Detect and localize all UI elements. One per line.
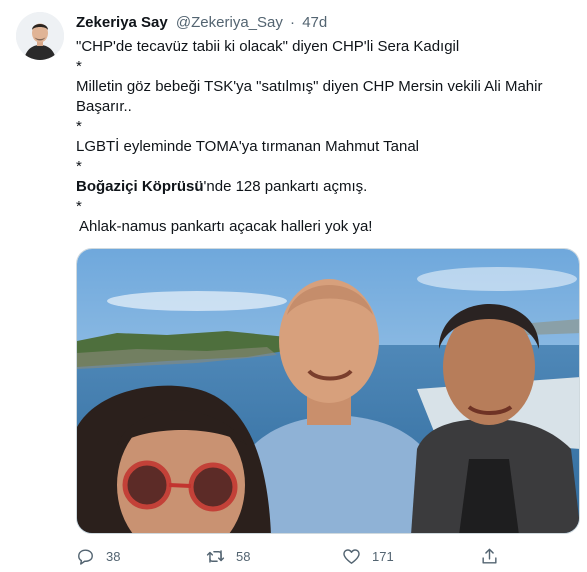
tweet-separator-star: * xyxy=(76,198,82,215)
share-button[interactable] xyxy=(480,544,499,568)
hashtag-bold-text: Boğaziçi Köprüsü xyxy=(76,178,204,195)
photo-image xyxy=(77,249,579,533)
tweet-line-3: LGBTİ eyleminde TOMA'ya tırmanan Mahmut … xyxy=(76,138,420,155)
tweet-photo[interactable] xyxy=(76,248,580,534)
tweet-timestamp[interactable]: 47d xyxy=(302,14,327,31)
like-count: 171 xyxy=(372,548,394,564)
tweet-line-2: Milletin göz bebeği TSK'ya "satılmış" di… xyxy=(76,78,543,115)
author-name[interactable]: Zekeriya Say xyxy=(76,14,168,31)
retweet-icon xyxy=(206,549,225,563)
share-icon xyxy=(482,548,497,564)
reply-icon xyxy=(78,548,93,565)
tweet-line-4-rest: 'nde 128 pankartı açmış. xyxy=(203,178,368,195)
tweet-header: Zekeriya Say @Zekeriya_Say · 47d xyxy=(76,13,327,33)
retweet-count: 58 xyxy=(236,548,251,564)
tweet-line-1: "CHP'de tecavüz tabii ki olacak" diyen C… xyxy=(76,38,460,55)
tweet[interactable]: Zekeriya Say @Zekeriya_Say · 47d "CHP'de… xyxy=(0,0,587,572)
reply-count: 38 xyxy=(106,548,121,564)
header-separator: · xyxy=(290,14,296,31)
avatar[interactable] xyxy=(16,12,64,60)
author-handle[interactable]: @Zekeriya_Say xyxy=(176,14,283,31)
like-button[interactable]: 171 xyxy=(342,544,394,568)
tweet-actions: 38 58 171 xyxy=(76,544,506,568)
reply-button[interactable]: 38 xyxy=(76,544,120,568)
heart-icon xyxy=(343,548,360,564)
tweet-separator-star: * xyxy=(76,118,82,135)
tweet-line-5: Ahlak-namus pankartı açacak halleri yok … xyxy=(79,218,373,235)
tweet-text: "CHP'de tecavüz tabii ki olacak" diyen C… xyxy=(76,37,571,237)
tweet-separator-star: * xyxy=(76,58,82,75)
retweet-button[interactable]: 58 xyxy=(206,544,250,568)
tweet-line-4: Boğaziçi Köprüsü'nde 128 pankartı açmış. xyxy=(76,177,571,197)
tweet-separator-star: * xyxy=(76,158,82,175)
avatar-image xyxy=(16,12,64,60)
